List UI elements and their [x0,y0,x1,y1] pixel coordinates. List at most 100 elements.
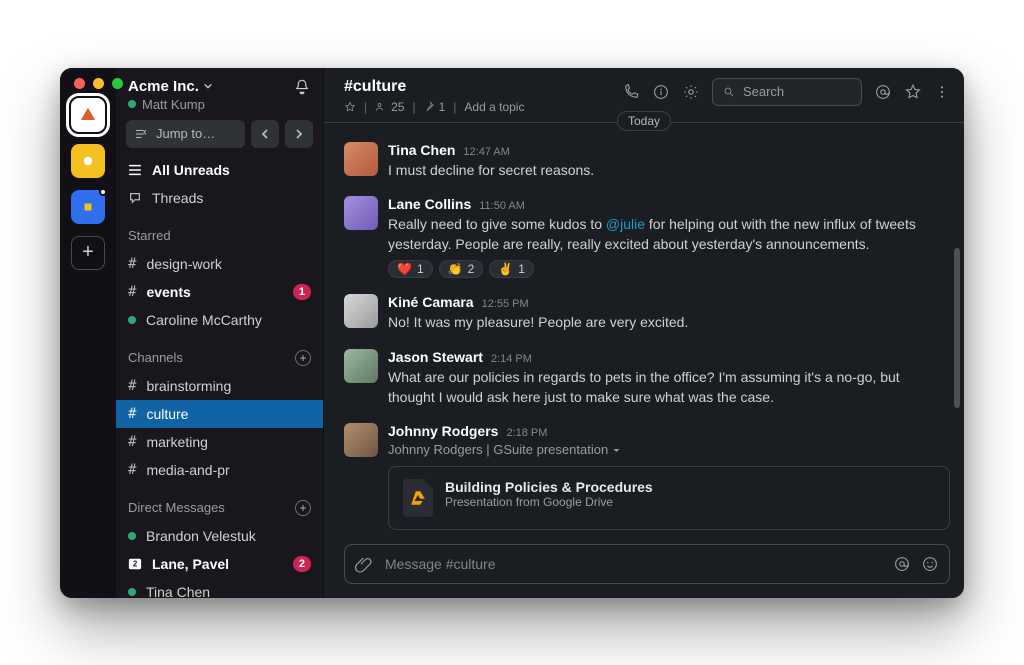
workspace-switch-3[interactable] [71,190,105,224]
history-forward-button[interactable] [285,120,313,148]
info-button[interactable] [652,83,670,101]
chevron-left-icon [259,128,271,140]
message-row[interactable]: Kiné Camara 12:55 PM No! It was my pleasu… [344,288,950,342]
channel-title[interactable]: #culture [344,78,524,96]
message-sender[interactable]: Johnny Rodgers [388,423,498,439]
info-icon [652,83,670,101]
at-icon [874,83,892,101]
message-composer[interactable] [344,544,950,584]
attachment-title: Building Policies & Procedures [445,479,653,495]
pins-button[interactable]: 1 [424,100,446,114]
message-sender[interactable]: Tina Chen [388,142,455,158]
message-text: What are our policies in regards to pets… [388,367,950,408]
message-time: 2:14 PM [491,353,532,365]
sidebar-dm-tina[interactable]: Tina Chen [116,578,323,598]
file-attachment[interactable]: Building Policies & Procedures Presentat… [388,466,950,530]
search-icon [723,85,735,99]
presence-active-icon [128,100,136,108]
gdrive-icon [403,479,433,517]
more-button[interactable] [934,84,950,100]
chevron-down-icon [203,81,213,91]
call-button[interactable] [622,83,640,101]
unreads-icon [128,163,142,177]
message-time: 12:47 AM [463,146,509,158]
pin-count: 1 [439,100,446,114]
sidebar-item-caroline[interactable]: Caroline McCarthy [116,306,323,334]
jump-to-label: Jump to… [156,126,215,141]
mention-link[interactable]: @julie [606,216,645,232]
message-row[interactable]: Tina Chen 12:47 AM I must decline for sec… [344,136,950,190]
presence-active-icon [128,316,136,324]
settings-button[interactable] [682,83,700,101]
chevron-right-icon [293,128,305,140]
message-sender[interactable]: Kiné Camara [388,294,474,310]
message-row[interactable]: Lane Collins11:50 AM Really need to give… [344,190,950,289]
window-close-button[interactable] [74,78,85,89]
current-user-name: Matt Kump [142,97,205,112]
mentions-button[interactable] [874,83,892,101]
avatar[interactable] [344,294,378,328]
scrollbar-thumb[interactable] [954,248,960,408]
reaction-chip[interactable]: ✌️1 [489,260,534,278]
workspace-switch-1[interactable] [71,98,105,132]
hash-icon: # [128,376,136,396]
sidebar-dm-lane-pavel[interactable]: 2 Lane, Pavel 2 [116,550,323,578]
avatar[interactable] [344,142,378,176]
sidebar-dm-brandon[interactable]: Brandon Velestuk [116,522,323,550]
message-text: No! It was my pleasure! People are very … [388,312,950,332]
member-count: 25 [391,100,404,114]
star-outline-icon [904,83,922,101]
attach-button[interactable] [355,555,373,573]
threads-link[interactable]: Threads [116,184,323,212]
reaction-chip[interactable]: 👏2 [439,260,484,278]
message-text: I must decline for secret reasons. [388,160,950,180]
hash-icon: # [128,460,136,480]
members-button[interactable]: 25 [375,100,404,114]
message-row[interactable]: Jason Stewart 2:14 PM What are our polici… [344,343,950,418]
window-minimize-button[interactable] [93,78,104,89]
sidebar-item-brainstorming[interactable]: #brainstorming [116,372,323,400]
section-dms: Direct Messages + [116,494,323,522]
add-channel-button[interactable]: + [295,350,311,366]
search-box[interactable] [712,78,862,106]
gear-icon [682,83,700,101]
star-outline-icon [344,101,356,113]
workspace-menu[interactable]: Acme Inc. [128,78,213,95]
jump-to-button[interactable]: Jump to… [126,120,245,148]
message-sender[interactable]: Jason Stewart [388,349,483,365]
message-text: Really need to give some kudos to @julie… [388,214,950,255]
avatar[interactable] [344,196,378,230]
message-sender[interactable]: Lane Collins [388,196,471,212]
avatar[interactable] [344,349,378,383]
avatar[interactable] [344,423,378,457]
history-back-button[interactable] [251,120,279,148]
sidebar-item-marketing[interactable]: #marketing [116,428,323,456]
phone-icon [622,83,640,101]
message-time: 12:55 PM [482,298,529,310]
message-row[interactable]: Johnny Rodgers2:18 PM Johnny Rodgers | G… [344,417,950,540]
sidebar-item-media-and-pr[interactable]: #media-and-pr [116,456,323,484]
sidebar-item-culture[interactable]: #culture [116,400,323,428]
current-user[interactable]: Matt Kump [128,97,213,112]
hash-icon: # [128,282,136,302]
sidebar-item-events[interactable]: #events 1 [116,278,323,306]
workspace-switch-2[interactable] [71,144,105,178]
new-dm-button[interactable]: + [295,500,311,516]
svg-text:2: 2 [133,559,138,568]
threads-icon [128,191,142,205]
star-channel-button[interactable] [344,101,356,113]
attachment-context[interactable]: Johnny Rodgers | GSuite presentation [388,441,950,460]
emoji-button[interactable] [921,555,939,573]
mention-button[interactable] [893,555,911,573]
reaction-chip[interactable]: ❤️1 [388,260,433,278]
window-maximize-button[interactable] [112,78,123,89]
sidebar-item-design-work[interactable]: #design-work [116,250,323,278]
add-workspace-button[interactable]: + [71,236,105,270]
starred-items-button[interactable] [904,83,922,101]
message-input[interactable] [383,555,883,573]
search-input[interactable] [741,83,851,100]
all-unreads-link[interactable]: All Unreads [116,156,323,184]
notifications-button[interactable] [293,78,311,96]
add-topic-link[interactable]: Add a topic [464,100,524,114]
message-list[interactable]: Tina Chen 12:47 AM I must decline for sec… [324,122,964,544]
